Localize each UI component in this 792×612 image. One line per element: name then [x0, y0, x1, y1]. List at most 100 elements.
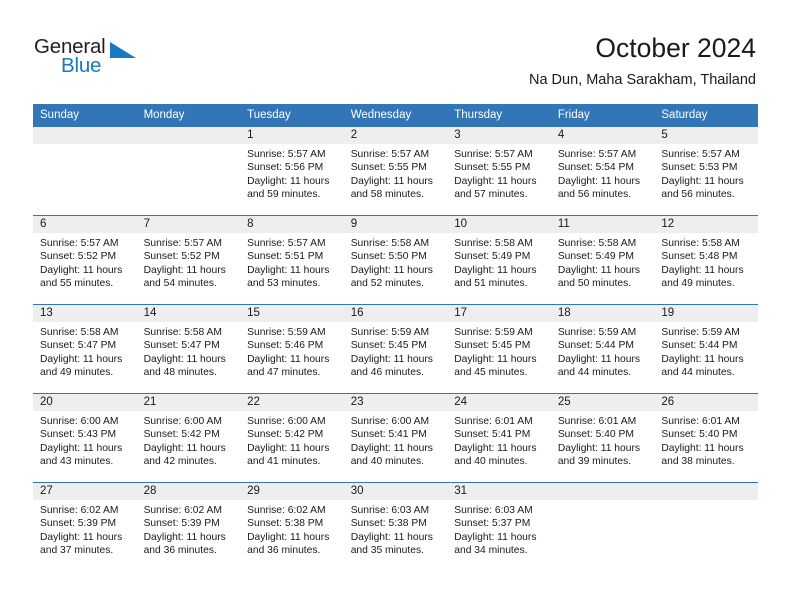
- sunrise-text: Sunrise: 6:01 AM: [557, 416, 637, 427]
- day-number: 13: [33, 305, 137, 322]
- calendar-day-cell[interactable]: 26 Sunrise: 6:01 AM Sunset: 5:40 PM Dayligh…: [654, 393, 758, 483]
- calendar-day-cell[interactable]: 23 Sunrise: 6:00 AM Sunset: 5:41 PM Dayligh…: [343, 393, 448, 483]
- sunset-text: Sunset: 5:44 PM: [557, 340, 634, 352]
- calendar-day-cell[interactable]: 30 Sunrise: 6:03 AM Sunset: 5:38 PM Dayligh…: [343, 482, 448, 571]
- sunset-text: Sunset: 5:45 PM: [350, 340, 427, 352]
- calendar-day-cell[interactable]: 21 Sunrise: 6:00 AM Sunset: 5:42 PM Dayligh…: [136, 393, 241, 483]
- calendar-day-cell[interactable]: 25 Sunrise: 6:01 AM Sunset: 5:40 PM Dayligh…: [550, 393, 655, 483]
- day-number: 4: [550, 127, 655, 144]
- calendar-day-cell[interactable]: 13 Sunrise: 5:58 AM Sunset: 5:47 PM Dayligh…: [33, 304, 137, 394]
- sunrise-text: Sunrise: 5:58 AM: [40, 327, 119, 338]
- daylight-text-line1: Daylight: 11 hours: [40, 442, 123, 454]
- calendar-day-cell[interactable]: 29 Sunrise: 6:02 AM Sunset: 5:38 PM Dayligh…: [240, 482, 344, 571]
- sunrise-text: Sunrise: 5:58 AM: [350, 238, 430, 249]
- daylight-text-line1: Daylight: 11 hours: [350, 442, 433, 454]
- daylight-text-line2: and 49 minutes.: [661, 278, 735, 290]
- calendar-day-cell[interactable]: 17 Sunrise: 5:59 AM Sunset: 5:45 PM Dayligh…: [447, 304, 551, 394]
- sunrise-text: Sunrise: 5:57 AM: [661, 149, 740, 160]
- calendar-day-cell[interactable]: 24 Sunrise: 6:01 AM Sunset: 5:41 PM Dayligh…: [447, 393, 551, 483]
- sunset-text: Sunset: 5:43 PM: [40, 429, 117, 441]
- day-number: 17: [447, 305, 551, 322]
- daylight-text-line1: Daylight: 11 hours: [143, 353, 226, 365]
- calendar-day-cell[interactable]: 7 Sunrise: 5:57 AM Sunset: 5:52 PM Daylight…: [136, 215, 241, 305]
- day-number: 28: [136, 483, 241, 500]
- daylight-text-line2: and 48 minutes.: [143, 367, 217, 379]
- daylight-text-line1: Daylight: 11 hours: [40, 531, 123, 543]
- day-number: 25: [550, 394, 655, 411]
- calendar-day-cell[interactable]: 20 Sunrise: 6:00 AM Sunset: 5:43 PM Dayligh…: [33, 393, 137, 483]
- sunset-text: Sunset: 5:47 PM: [40, 340, 117, 352]
- calendar-day-cell[interactable]: 11 Sunrise: 5:58 AM Sunset: 5:49 PM Dayligh…: [550, 215, 655, 305]
- daylight-text-line1: Daylight: 11 hours: [40, 353, 123, 365]
- sunset-text: Sunset: 5:42 PM: [247, 429, 324, 441]
- calendar-day-cell[interactable]: 27 Sunrise: 6:02 AM Sunset: 5:39 PM Dayligh…: [33, 482, 137, 571]
- sunrise-text: Sunrise: 5:58 AM: [143, 327, 222, 338]
- calendar-day-cell-empty: [136, 127, 241, 216]
- daylight-text-line2: and 45 minutes.: [454, 367, 528, 379]
- calendar-day-cell[interactable]: 3 Sunrise: 5:57 AM Sunset: 5:55 PM Daylight…: [447, 127, 551, 216]
- daylight-text-line1: Daylight: 11 hours: [557, 264, 641, 276]
- sunrise-text: Sunrise: 5:57 AM: [247, 149, 326, 160]
- calendar-day-cell[interactable]: 8 Sunrise: 5:57 AM Sunset: 5:51 PM Daylight…: [240, 215, 344, 305]
- sunrise-text: Sunrise: 6:00 AM: [143, 416, 222, 427]
- day-details: Sunrise: 5:57 AM Sunset: 5:52 PM Daylight:…: [33, 233, 137, 291]
- daylight-text-line2: and 43 minutes.: [40, 456, 114, 468]
- day-cell-inner: [654, 483, 758, 571]
- day-details: Sunrise: 6:02 AM Sunset: 5:38 PM Daylight:…: [240, 500, 344, 558]
- day-number: 27: [33, 483, 137, 500]
- daylight-text-line2: and 51 minutes.: [454, 278, 528, 290]
- daylight-text-line2: and 46 minutes.: [350, 367, 424, 379]
- weekday-header-thursday: Thursday: [447, 104, 551, 127]
- daylight-text-line1: Daylight: 11 hours: [350, 531, 433, 543]
- daylight-text-line1: Daylight: 11 hours: [350, 264, 433, 276]
- daylight-text-line2: and 39 minutes.: [557, 456, 632, 468]
- day-number: [136, 127, 241, 144]
- day-cell-inner: 16 Sunrise: 5:59 AM Sunset: 5:45 PM Dayligh…: [343, 305, 448, 393]
- day-cell-inner: 17 Sunrise: 5:59 AM Sunset: 5:45 PM Dayligh…: [447, 305, 551, 393]
- day-details: Sunrise: 6:02 AM Sunset: 5:39 PM Daylight:…: [137, 500, 241, 558]
- calendar-day-cell[interactable]: 18 Sunrise: 5:59 AM Sunset: 5:44 PM Dayligh…: [550, 304, 655, 394]
- calendar-day-cell[interactable]: 28 Sunrise: 6:02 AM Sunset: 5:39 PM Dayligh…: [136, 482, 241, 571]
- day-number: 18: [550, 305, 655, 322]
- calendar-page: General Blue October 2024 Na Dun, Maha S…: [0, 0, 792, 612]
- calendar-day-cell[interactable]: 4 Sunrise: 5:57 AM Sunset: 5:54 PM Daylight…: [550, 127, 655, 216]
- day-details: Sunrise: 5:57 AM Sunset: 5:52 PM Daylight:…: [137, 233, 241, 291]
- day-cell-inner: 3 Sunrise: 5:57 AM Sunset: 5:55 PM Daylight…: [447, 127, 551, 215]
- day-cell-inner: 7 Sunrise: 5:57 AM Sunset: 5:52 PM Daylight…: [136, 216, 241, 304]
- day-number: 20: [33, 394, 137, 411]
- day-cell-inner: 29 Sunrise: 6:02 AM Sunset: 5:38 PM Dayligh…: [240, 483, 344, 571]
- generalblue-logo[interactable]: General Blue: [34, 36, 154, 82]
- calendar-day-cell[interactable]: 1 Sunrise: 5:57 AM Sunset: 5:56 PM Daylight…: [240, 127, 344, 216]
- calendar-day-cell[interactable]: 10 Sunrise: 5:58 AM Sunset: 5:49 PM Dayligh…: [447, 215, 551, 305]
- day-details: Sunrise: 6:00 AM Sunset: 5:42 PM Daylight:…: [137, 411, 241, 469]
- daylight-text-line2: and 54 minutes.: [143, 278, 217, 290]
- daylight-text-line2: and 37 minutes.: [40, 545, 114, 557]
- calendar-day-cell[interactable]: 2 Sunrise: 5:57 AM Sunset: 5:55 PM Daylight…: [343, 127, 448, 216]
- day-number: [654, 483, 758, 500]
- day-number: 23: [343, 394, 448, 411]
- daylight-text-line2: and 57 minutes.: [454, 189, 528, 201]
- calendar-day-cell[interactable]: 5 Sunrise: 5:57 AM Sunset: 5:53 PM Daylight…: [654, 127, 758, 216]
- daylight-text-line1: Daylight: 11 hours: [454, 442, 537, 454]
- calendar-day-cell[interactable]: 14 Sunrise: 5:58 AM Sunset: 5:47 PM Dayligh…: [136, 304, 241, 394]
- calendar-day-cell[interactable]: 9 Sunrise: 5:58 AM Sunset: 5:50 PM Daylight…: [343, 215, 448, 305]
- sunrise-text: Sunrise: 6:00 AM: [40, 416, 119, 427]
- weekday-header-monday: Monday: [136, 104, 241, 127]
- day-number: 24: [447, 394, 551, 411]
- calendar-day-cell[interactable]: 16 Sunrise: 5:59 AM Sunset: 5:45 PM Dayligh…: [343, 304, 448, 394]
- calendar-day-cell[interactable]: 6 Sunrise: 5:57 AM Sunset: 5:52 PM Daylight…: [33, 215, 137, 305]
- daylight-text-line2: and 38 minutes.: [661, 456, 735, 468]
- calendar-day-cell[interactable]: 12 Sunrise: 5:58 AM Sunset: 5:48 PM Dayligh…: [654, 215, 758, 305]
- calendar-day-cell[interactable]: 19 Sunrise: 5:59 AM Sunset: 5:44 PM Dayligh…: [654, 304, 758, 394]
- daylight-text-line2: and 44 minutes.: [557, 367, 632, 379]
- calendar-day-cell[interactable]: 15 Sunrise: 5:59 AM Sunset: 5:46 PM Dayligh…: [240, 304, 344, 394]
- weekday-header-wednesday: Wednesday: [343, 104, 448, 127]
- calendar-day-cell[interactable]: 22 Sunrise: 6:00 AM Sunset: 5:42 PM Dayligh…: [240, 393, 344, 483]
- sunrise-text: Sunrise: 5:58 AM: [454, 238, 533, 249]
- weekday-header-friday: Friday: [550, 104, 655, 127]
- sunset-text: Sunset: 5:55 PM: [454, 162, 531, 174]
- calendar-day-cell[interactable]: 31 Sunrise: 6:03 AM Sunset: 5:37 PM Dayligh…: [447, 482, 551, 571]
- day-details: Sunrise: 5:57 AM Sunset: 5:53 PM Daylight:…: [654, 144, 758, 202]
- day-cell-inner: [33, 127, 137, 215]
- day-number: 1: [240, 127, 344, 144]
